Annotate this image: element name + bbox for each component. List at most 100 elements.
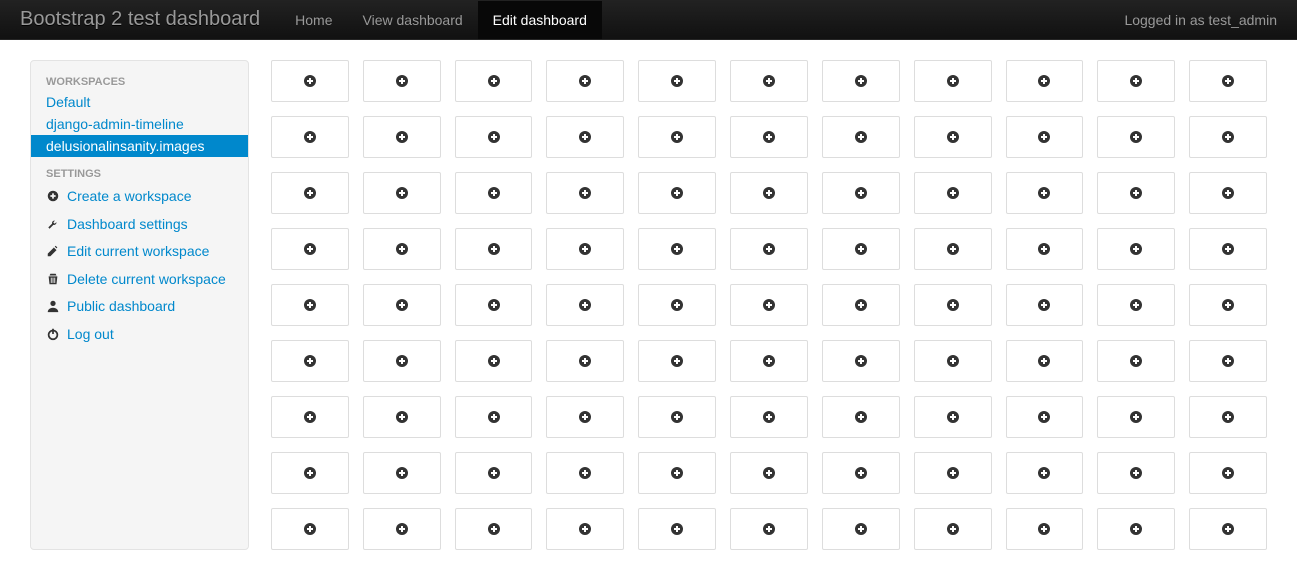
add-widget-cell[interactable] (546, 60, 624, 102)
add-widget-cell[interactable] (271, 284, 349, 326)
add-widget-cell[interactable] (822, 452, 900, 494)
add-widget-cell[interactable] (455, 172, 533, 214)
add-widget-cell[interactable] (638, 340, 716, 382)
add-widget-cell[interactable] (638, 508, 716, 550)
add-widget-cell[interactable] (546, 340, 624, 382)
add-widget-cell[interactable] (914, 60, 992, 102)
logout-link[interactable]: Log out (67, 325, 114, 345)
add-widget-cell[interactable] (1189, 172, 1267, 214)
add-widget-cell[interactable] (546, 396, 624, 438)
add-widget-cell[interactable] (730, 396, 808, 438)
add-widget-cell[interactable] (914, 508, 992, 550)
add-widget-cell[interactable] (455, 116, 533, 158)
add-widget-cell[interactable] (914, 116, 992, 158)
add-widget-cell[interactable] (730, 60, 808, 102)
add-widget-cell[interactable] (1097, 508, 1175, 550)
add-widget-cell[interactable] (914, 340, 992, 382)
add-widget-cell[interactable] (730, 228, 808, 270)
add-widget-cell[interactable] (914, 452, 992, 494)
add-widget-cell[interactable] (1097, 228, 1175, 270)
public-dashboard-link[interactable]: Public dashboard (67, 297, 175, 317)
add-widget-cell[interactable] (271, 396, 349, 438)
add-widget-cell[interactable] (455, 60, 533, 102)
workspace-link[interactable]: Default (31, 91, 248, 113)
add-widget-cell[interactable] (1189, 396, 1267, 438)
add-widget-cell[interactable] (822, 508, 900, 550)
add-widget-cell[interactable] (638, 60, 716, 102)
add-widget-cell[interactable] (363, 284, 441, 326)
workspace-link[interactable]: django-admin-timeline (31, 113, 248, 135)
add-widget-cell[interactable] (1006, 60, 1084, 102)
add-widget-cell[interactable] (271, 116, 349, 158)
add-widget-cell[interactable] (730, 172, 808, 214)
add-widget-cell[interactable] (1097, 60, 1175, 102)
add-widget-cell[interactable] (363, 340, 441, 382)
create-workspace-link[interactable]: Create a workspace (67, 187, 192, 207)
add-widget-cell[interactable] (730, 508, 808, 550)
add-widget-cell[interactable] (271, 340, 349, 382)
add-widget-cell[interactable] (1189, 508, 1267, 550)
add-widget-cell[interactable] (1006, 228, 1084, 270)
add-widget-cell[interactable] (638, 284, 716, 326)
add-widget-cell[interactable] (546, 452, 624, 494)
add-widget-cell[interactable] (271, 172, 349, 214)
add-widget-cell[interactable] (455, 452, 533, 494)
add-widget-cell[interactable] (730, 340, 808, 382)
add-widget-cell[interactable] (271, 452, 349, 494)
add-widget-cell[interactable] (1097, 116, 1175, 158)
add-widget-cell[interactable] (638, 172, 716, 214)
add-widget-cell[interactable] (1097, 452, 1175, 494)
delete-workspace-link[interactable]: Delete current workspace (67, 270, 226, 290)
add-widget-cell[interactable] (363, 172, 441, 214)
add-widget-cell[interactable] (455, 396, 533, 438)
add-widget-cell[interactable] (730, 284, 808, 326)
add-widget-cell[interactable] (363, 116, 441, 158)
add-widget-cell[interactable] (363, 452, 441, 494)
add-widget-cell[interactable] (638, 228, 716, 270)
add-widget-cell[interactable] (546, 508, 624, 550)
add-widget-cell[interactable] (914, 284, 992, 326)
add-widget-cell[interactable] (546, 116, 624, 158)
add-widget-cell[interactable] (1006, 396, 1084, 438)
add-widget-cell[interactable] (1006, 452, 1084, 494)
add-widget-cell[interactable] (1189, 60, 1267, 102)
add-widget-cell[interactable] (363, 508, 441, 550)
add-widget-cell[interactable] (363, 60, 441, 102)
add-widget-cell[interactable] (1006, 116, 1084, 158)
add-widget-cell[interactable] (822, 60, 900, 102)
nav-link-home[interactable]: Home (280, 1, 347, 39)
add-widget-cell[interactable] (271, 60, 349, 102)
add-widget-cell[interactable] (822, 340, 900, 382)
add-widget-cell[interactable] (638, 116, 716, 158)
nav-link-view[interactable]: View dashboard (348, 1, 478, 39)
add-widget-cell[interactable] (455, 508, 533, 550)
add-widget-cell[interactable] (455, 228, 533, 270)
add-widget-cell[interactable] (914, 172, 992, 214)
add-widget-cell[interactable] (271, 508, 349, 550)
add-widget-cell[interactable] (638, 452, 716, 494)
add-widget-cell[interactable] (822, 116, 900, 158)
add-widget-cell[interactable] (1097, 340, 1175, 382)
add-widget-cell[interactable] (1189, 340, 1267, 382)
add-widget-cell[interactable] (1097, 284, 1175, 326)
add-widget-cell[interactable] (271, 228, 349, 270)
add-widget-cell[interactable] (363, 396, 441, 438)
add-widget-cell[interactable] (1189, 452, 1267, 494)
add-widget-cell[interactable] (822, 228, 900, 270)
add-widget-cell[interactable] (363, 228, 441, 270)
add-widget-cell[interactable] (1189, 284, 1267, 326)
edit-workspace-link[interactable]: Edit current workspace (67, 242, 209, 262)
nav-link-edit[interactable]: Edit dashboard (478, 1, 602, 39)
add-widget-cell[interactable] (1189, 228, 1267, 270)
add-widget-cell[interactable] (1097, 172, 1175, 214)
add-widget-cell[interactable] (1006, 284, 1084, 326)
add-widget-cell[interactable] (730, 116, 808, 158)
add-widget-cell[interactable] (822, 284, 900, 326)
add-widget-cell[interactable] (546, 172, 624, 214)
add-widget-cell[interactable] (914, 396, 992, 438)
add-widget-cell[interactable] (822, 172, 900, 214)
add-widget-cell[interactable] (1006, 340, 1084, 382)
add-widget-cell[interactable] (1006, 172, 1084, 214)
add-widget-cell[interactable] (822, 396, 900, 438)
add-widget-cell[interactable] (914, 228, 992, 270)
